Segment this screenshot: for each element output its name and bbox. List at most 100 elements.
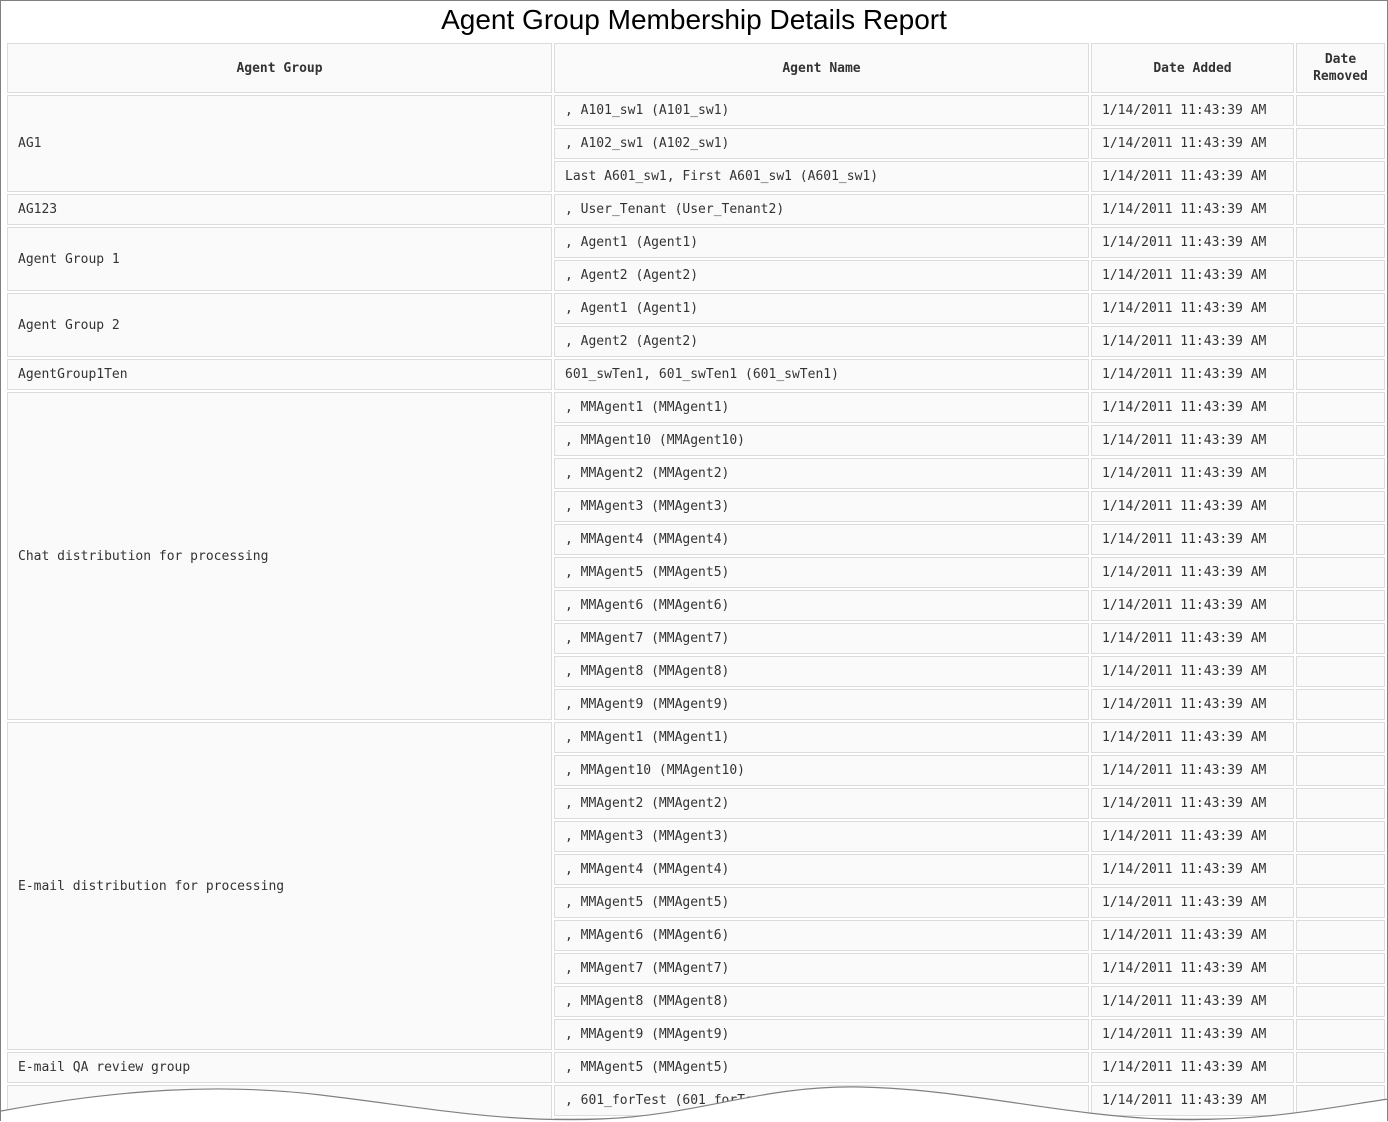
agent-group-cell: E-mail distribution for processing [7, 722, 552, 1050]
date-removed-cell [1296, 95, 1385, 126]
membership-table: Agent Group Agent Name Date Added Date R… [5, 41, 1387, 1121]
date-added-cell: 1/14/2011 11:43:39 AM [1091, 557, 1294, 588]
agent-name-cell: , A101_sw1 (A101_sw1) [554, 95, 1089, 126]
agent-group-cell: AgentGroup1Ten [7, 359, 552, 390]
table-row: Agent Group 1, Agent1 (Agent1) 1/14/2011 … [7, 227, 1385, 291]
date-removed-cell [1296, 1019, 1385, 1050]
agent-name-cell: , MMAgent6 (MMAgent6) [554, 590, 1089, 621]
agent-name-cell: , MMAgent9 (MMAgent9) [554, 689, 1089, 720]
date-added-cell: 1/14/2011 11:43:39 AM [1091, 392, 1294, 423]
agent-name-cell: Last A601_sw1, First A601_sw1 (A601_sw1) [554, 161, 1089, 192]
date-added-cell: 1/14/2011 11:43:39 AM [1091, 161, 1294, 192]
date-added-cell: 1/14/2011 11:43:39 AM [1091, 128, 1294, 159]
date-added-cell: 1/14/2011 11:43:39 AM [1091, 722, 1294, 753]
date-added-cell: 1/14/2011 11:43:39 AM [1091, 821, 1294, 852]
date-added-cell: 1/14/2011 11:43:39 AM [1091, 887, 1294, 918]
date-added-cell: 1/14/2011 11:43:39 AM [1091, 953, 1294, 984]
column-header-date-removed: Date Removed [1296, 43, 1385, 93]
date-added-cell: 1/14/2011 11:43:39 AM [1091, 623, 1294, 654]
column-header-agent-name: Agent Name [554, 43, 1089, 93]
date-added-cell: 1/14/2011 11:43:39 AM [1091, 524, 1294, 555]
agent-group-cell: AG1 [7, 95, 552, 192]
date-removed-cell [1296, 260, 1385, 291]
date-added-cell: 1/14/2011 11:43:39 AM [1091, 95, 1294, 126]
date-added-cell: 1/14/2011 11:43:39 AM [1091, 458, 1294, 489]
report-title: Agent Group Membership Details Report [441, 4, 947, 35]
agent-name-cell: , MMAgent2 (MMAgent2) [554, 788, 1089, 819]
date-removed-cell [1296, 953, 1385, 984]
agent-name-cell: , Agent2 (Agent2) [554, 260, 1089, 291]
agent-name-cell: , MMAgent3 (MMAgent3) [554, 821, 1089, 852]
agent-name-cell: , MMAgent1 (MMAgent1) [554, 722, 1089, 753]
date-removed-cell [1296, 227, 1385, 258]
table-row: Agent Group 2, Agent1 (Agent1) 1/14/2011 … [7, 293, 1385, 357]
agent-name-cell: , MMAgent8 (MMAgent8) [554, 986, 1089, 1017]
agent-name-cell: , MMAgent7 (MMAgent7) [554, 623, 1089, 654]
date-removed-cell [1296, 656, 1385, 687]
date-added-cell: 1/14/2011 11:43:39 AM [1091, 1019, 1294, 1050]
agent-name-cell: 601_swTen1, 601_swTen1 (601_swTen1) [554, 359, 1089, 390]
agent-name-cell: , MMAgent5 (MMAgent5) [554, 557, 1089, 588]
date-removed-cell [1296, 161, 1385, 192]
date-added-cell: 1/14/2011 11:43:39 AM [1091, 293, 1294, 324]
date-removed-cell [1296, 128, 1385, 159]
agent-name-cell: , MMAgent8 (MMAgent8) [554, 656, 1089, 687]
date-added-cell: 1/14/2011 11:43:39 AM [1091, 491, 1294, 522]
table-header-row: Agent Group Agent Name Date Added Date R… [7, 43, 1385, 93]
report-page: Agent Group Membership Details Report Ag… [0, 0, 1388, 1121]
table-row: AG1, A101_sw1 (A101_sw1) 1/14/2011 11:43:… [7, 95, 1385, 192]
agent-name-cell: , A102_sw1 (A102_sw1) [554, 128, 1089, 159]
date-removed-cell [1296, 491, 1385, 522]
date-removed-cell [1296, 359, 1385, 390]
date-added-cell: 1/14/2011 11:43:39 AM [1091, 590, 1294, 621]
agent-name-cell: , Agent1 (Agent1) [554, 227, 1089, 258]
agent-name-cell: , MMAgent4 (MMAgent4) [554, 524, 1089, 555]
date-removed-cell [1296, 392, 1385, 423]
agent-name-cell: , User_Tenant (User_Tenant2) [554, 194, 1089, 225]
date-added-cell: 1/14/2011 11:43:39 AM [1091, 425, 1294, 456]
agent-group-cell: Agent Group 2 [7, 293, 552, 357]
agent-name-cell: , MMAgent6 (MMAgent6) [554, 920, 1089, 951]
agent-name-cell: , MMAgent3 (MMAgent3) [554, 491, 1089, 522]
table-row: E-mail distribution for processing, MMAg… [7, 722, 1385, 1050]
date-removed-cell [1296, 590, 1385, 621]
date-added-cell: 1/14/2011 11:43:39 AM [1091, 326, 1294, 357]
date-removed-cell [1296, 887, 1385, 918]
table-row: AG123, User_Tenant (User_Tenant2) 1/14/20… [7, 194, 1385, 225]
date-added-cell: 1/14/2011 11:43:39 AM [1091, 920, 1294, 951]
agent-name-cell: , Agent1 (Agent1) [554, 293, 1089, 324]
agent-name-cell: , MMAgent4 (MMAgent4) [554, 854, 1089, 885]
date-added-cell: 1/14/2011 11:43:39 AM [1091, 755, 1294, 786]
date-added-cell: 1/14/2011 11:43:39 AM [1091, 227, 1294, 258]
date-removed-cell [1296, 854, 1385, 885]
date-removed-cell [1296, 821, 1385, 852]
agent-name-cell: , MMAgent2 (MMAgent2) [554, 458, 1089, 489]
date-added-cell: 1/14/2011 11:43:39 AM [1091, 788, 1294, 819]
date-removed-cell [1296, 986, 1385, 1017]
date-removed-cell [1296, 788, 1385, 819]
table-body: AG1, A101_sw1 (A101_sw1) 1/14/2011 11:43:… [7, 95, 1385, 1121]
date-removed-cell [1296, 623, 1385, 654]
date-removed-cell [1296, 524, 1385, 555]
agent-group-cell: AG123 [7, 194, 552, 225]
table-row: AgentGroup1Ten 601_swTen1, 601_swTen1 (60… [7, 359, 1385, 390]
agent-group-cell: Chat distribution for processing [7, 392, 552, 720]
date-removed-cell [1296, 194, 1385, 225]
date-removed-cell [1296, 689, 1385, 720]
date-added-cell: 1/14/2011 11:43:39 AM [1091, 986, 1294, 1017]
agent-name-cell: , MMAgent10 (MMAgent10) [554, 425, 1089, 456]
date-removed-cell [1296, 293, 1385, 324]
agent-group-cell: Agent Group 1 [7, 227, 552, 291]
date-added-cell: 1/14/2011 11:43:39 AM [1091, 689, 1294, 720]
torn-page-edge [1, 1086, 1387, 1121]
column-header-agent-group: Agent Group [7, 43, 552, 93]
date-removed-cell [1296, 458, 1385, 489]
agent-name-cell: , Agent2 (Agent2) [554, 326, 1089, 357]
date-removed-cell [1296, 425, 1385, 456]
agent-name-cell: , MMAgent9 (MMAgent9) [554, 1019, 1089, 1050]
agent-name-cell: , MMAgent10 (MMAgent10) [554, 755, 1089, 786]
date-removed-cell [1296, 557, 1385, 588]
agent-name-cell: , MMAgent1 (MMAgent1) [554, 392, 1089, 423]
date-added-cell: 1/14/2011 11:43:39 AM [1091, 260, 1294, 291]
agent-name-cell: , MMAgent7 (MMAgent7) [554, 953, 1089, 984]
